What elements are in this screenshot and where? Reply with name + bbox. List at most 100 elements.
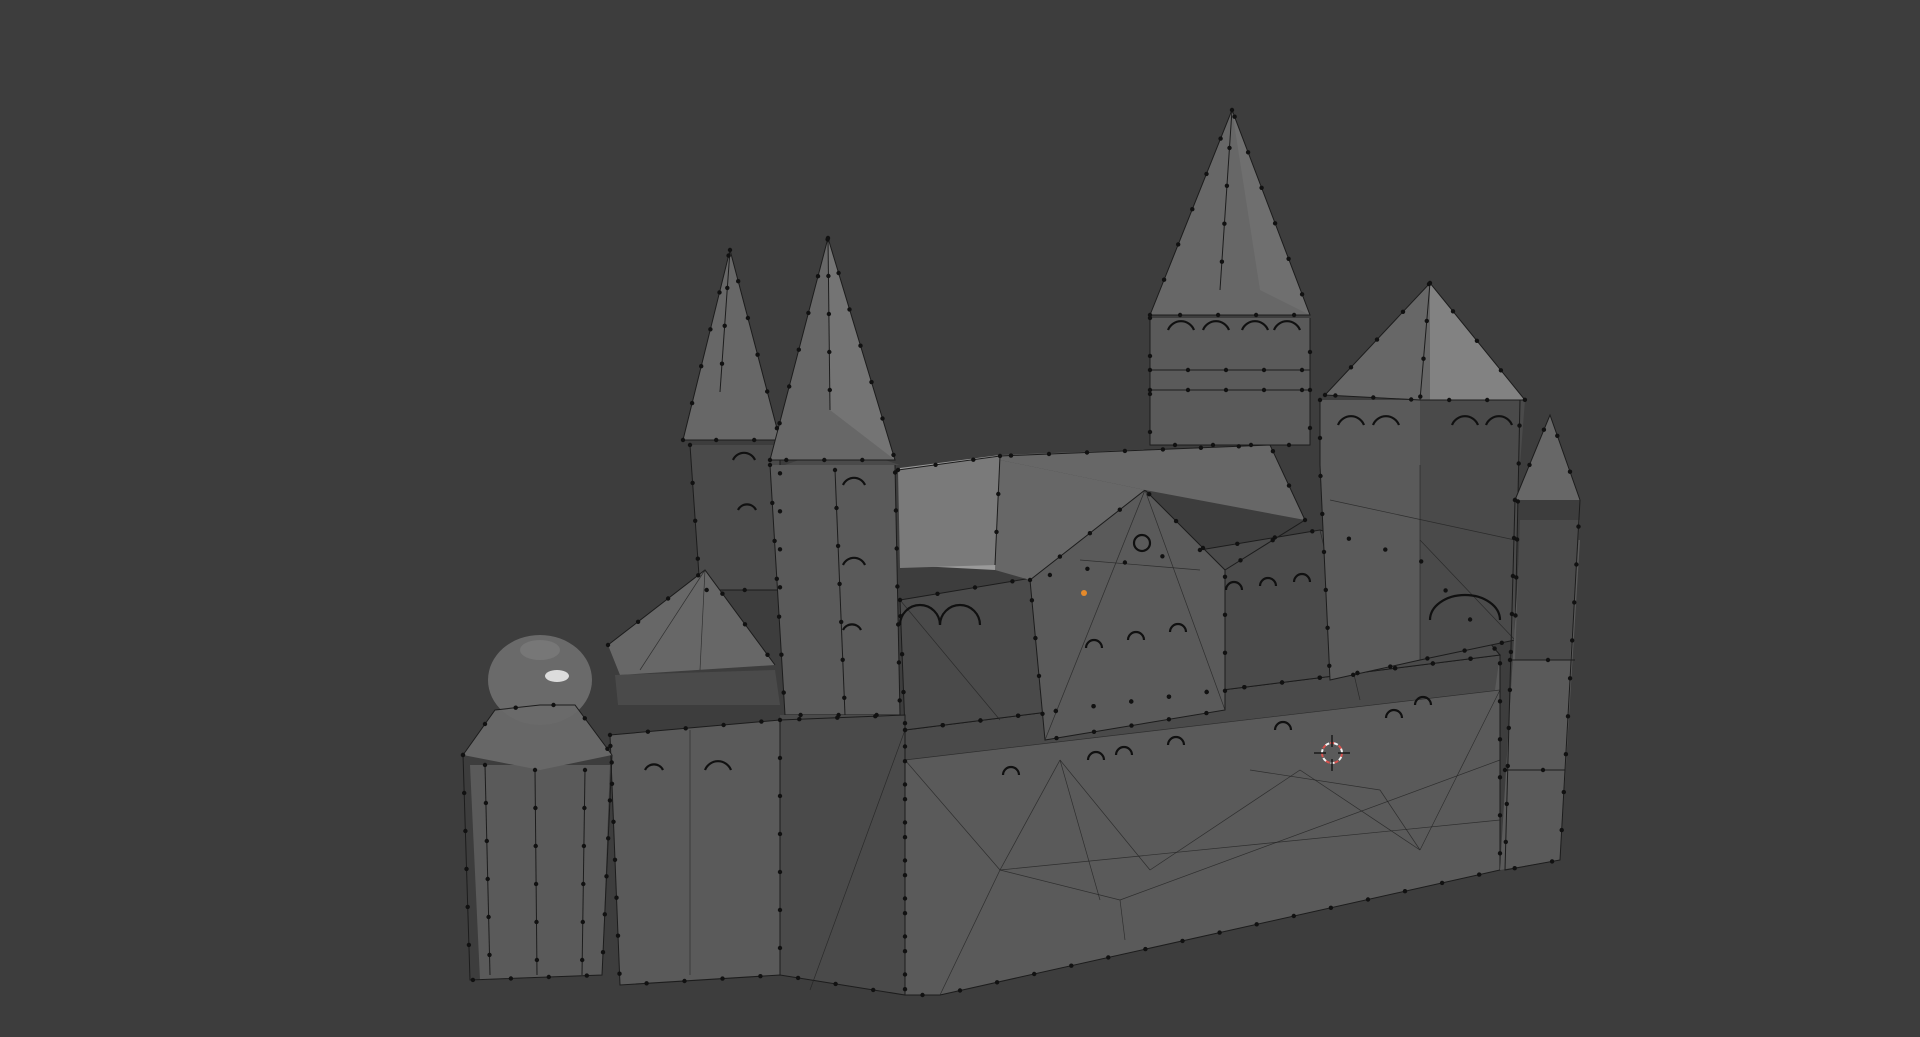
mesh-vertex[interactable] (1185, 367, 1191, 373)
mesh-vertex[interactable] (1147, 367, 1153, 373)
mesh-vertex[interactable] (1402, 889, 1408, 894)
mesh-vertex[interactable] (1497, 661, 1503, 666)
mesh-vertex[interactable] (873, 714, 878, 719)
mesh-vertex[interactable] (611, 819, 616, 824)
mesh-vertex[interactable] (1222, 221, 1227, 226)
mesh-vertex[interactable] (902, 744, 908, 749)
mesh-vertex[interactable] (1008, 453, 1014, 458)
mesh-vertex[interactable] (902, 911, 908, 916)
mesh-vertex[interactable] (635, 619, 641, 624)
mesh-vertex[interactable] (1497, 775, 1503, 780)
mesh-vertex[interactable] (847, 307, 852, 312)
mesh-vertex[interactable] (1541, 427, 1547, 432)
mesh-vertex[interactable] (1222, 612, 1228, 617)
mesh-vertex[interactable] (1421, 356, 1426, 361)
mesh-vertex[interactable] (1218, 136, 1223, 141)
mesh-vertex[interactable] (609, 781, 615, 786)
mesh-vertex[interactable] (796, 347, 801, 352)
mesh-vertex[interactable] (765, 389, 770, 394)
mesh-vertex[interactable] (784, 457, 789, 463)
mesh-vertex[interactable] (1016, 713, 1021, 718)
mesh-vertex[interactable] (1299, 292, 1305, 297)
mesh-vertex[interactable] (1254, 922, 1259, 927)
mesh-vertex[interactable] (508, 976, 514, 981)
mesh-vertex[interactable] (1270, 449, 1276, 454)
mesh-vertex[interactable] (687, 442, 693, 448)
mesh-vertex[interactable] (1200, 545, 1206, 551)
mesh-vertex[interactable] (1333, 393, 1338, 398)
mesh-vertex[interactable] (1215, 312, 1221, 318)
mesh-vertex[interactable] (720, 976, 725, 981)
mesh-vertex[interactable] (1259, 185, 1264, 190)
mesh-vertex[interactable] (1570, 638, 1575, 643)
mesh-vertex[interactable] (897, 698, 902, 703)
mesh-vertex[interactable] (1036, 673, 1042, 679)
mesh-vertex[interactable] (1185, 387, 1191, 393)
mesh-vertex[interactable] (896, 622, 901, 627)
mesh-vertex[interactable] (774, 576, 779, 581)
mesh-vertex[interactable] (487, 952, 492, 958)
mesh-vertex[interactable] (797, 717, 802, 722)
mesh-vertex[interactable] (1053, 708, 1059, 714)
mesh-vertex[interactable] (798, 712, 803, 718)
mesh-vertex[interactable] (1317, 675, 1323, 680)
mesh-vertex[interactable] (1223, 367, 1229, 373)
mesh-vertex[interactable] (1033, 635, 1038, 641)
mesh-vertex[interactable] (726, 253, 731, 258)
mesh-vertex[interactable] (689, 400, 695, 406)
mesh-vertex[interactable] (777, 755, 783, 761)
mesh-vertex[interactable] (1567, 469, 1573, 474)
mesh-vertex[interactable] (1248, 442, 1254, 448)
mesh-vertex[interactable] (1499, 640, 1505, 645)
mesh-vertex[interactable] (1510, 573, 1516, 579)
mesh-vertex[interactable] (1040, 711, 1045, 716)
mesh-vertex[interactable] (1443, 588, 1448, 593)
mesh-vertex[interactable] (465, 904, 470, 910)
mesh-vertex[interactable] (1087, 531, 1093, 536)
mesh-vertex[interactable] (1122, 448, 1128, 454)
mesh-vertex[interactable] (742, 587, 747, 593)
mesh-vertex[interactable] (895, 584, 900, 589)
mesh-vertex[interactable] (470, 977, 476, 983)
mesh-vertex[interactable] (1512, 497, 1518, 503)
mesh-vertex[interactable] (693, 518, 698, 523)
mesh-vertex[interactable] (1204, 710, 1209, 716)
mesh-vertex[interactable] (827, 387, 832, 393)
mesh-vertex[interactable] (1371, 395, 1376, 400)
mesh-vertex[interactable] (902, 949, 908, 954)
mesh-vertex[interactable] (777, 421, 782, 426)
mesh-vertex[interactable] (1198, 445, 1204, 450)
mesh-vertex[interactable] (1507, 657, 1513, 663)
mesh-vertex[interactable] (1238, 558, 1243, 563)
mesh-vertex[interactable] (777, 907, 783, 913)
mesh-vertex[interactable] (871, 987, 876, 993)
mesh-vertex[interactable] (614, 895, 619, 900)
mesh-vertex[interactable] (920, 992, 925, 998)
mesh-vertex[interactable] (1027, 577, 1033, 583)
mesh-vertex[interactable] (463, 828, 468, 834)
mesh-vertex[interactable] (858, 343, 863, 348)
mesh-vertex[interactable] (1217, 930, 1222, 935)
mesh-vertex[interactable] (777, 471, 783, 476)
mesh-vertex[interactable] (645, 729, 651, 734)
mesh-vertex[interactable] (1270, 538, 1275, 543)
mesh-vertex[interactable] (708, 327, 713, 332)
mesh-vertex[interactable] (1091, 729, 1097, 734)
mesh-vertex[interactable] (1166, 717, 1172, 722)
mesh-vertex[interactable] (957, 988, 963, 993)
mesh-vertex[interactable] (721, 722, 726, 728)
mesh-vertex[interactable] (1400, 309, 1406, 314)
mesh-vertex[interactable] (1291, 312, 1297, 318)
mesh-vertex[interactable] (745, 315, 751, 321)
mesh-vertex[interactable] (1393, 666, 1398, 671)
mesh-vertex[interactable] (1474, 338, 1480, 343)
mesh-vertex[interactable] (891, 452, 896, 458)
mesh-vertex[interactable] (1219, 259, 1225, 264)
mesh-vertex[interactable] (1497, 699, 1503, 704)
mesh-vertex[interactable] (1069, 963, 1074, 968)
mesh-vertex[interactable] (767, 457, 773, 463)
mesh-vertex[interactable] (1498, 368, 1504, 373)
mesh-vertex[interactable] (776, 614, 782, 619)
mesh-vertex[interactable] (719, 361, 725, 366)
mesh-vertex[interactable] (680, 437, 686, 443)
